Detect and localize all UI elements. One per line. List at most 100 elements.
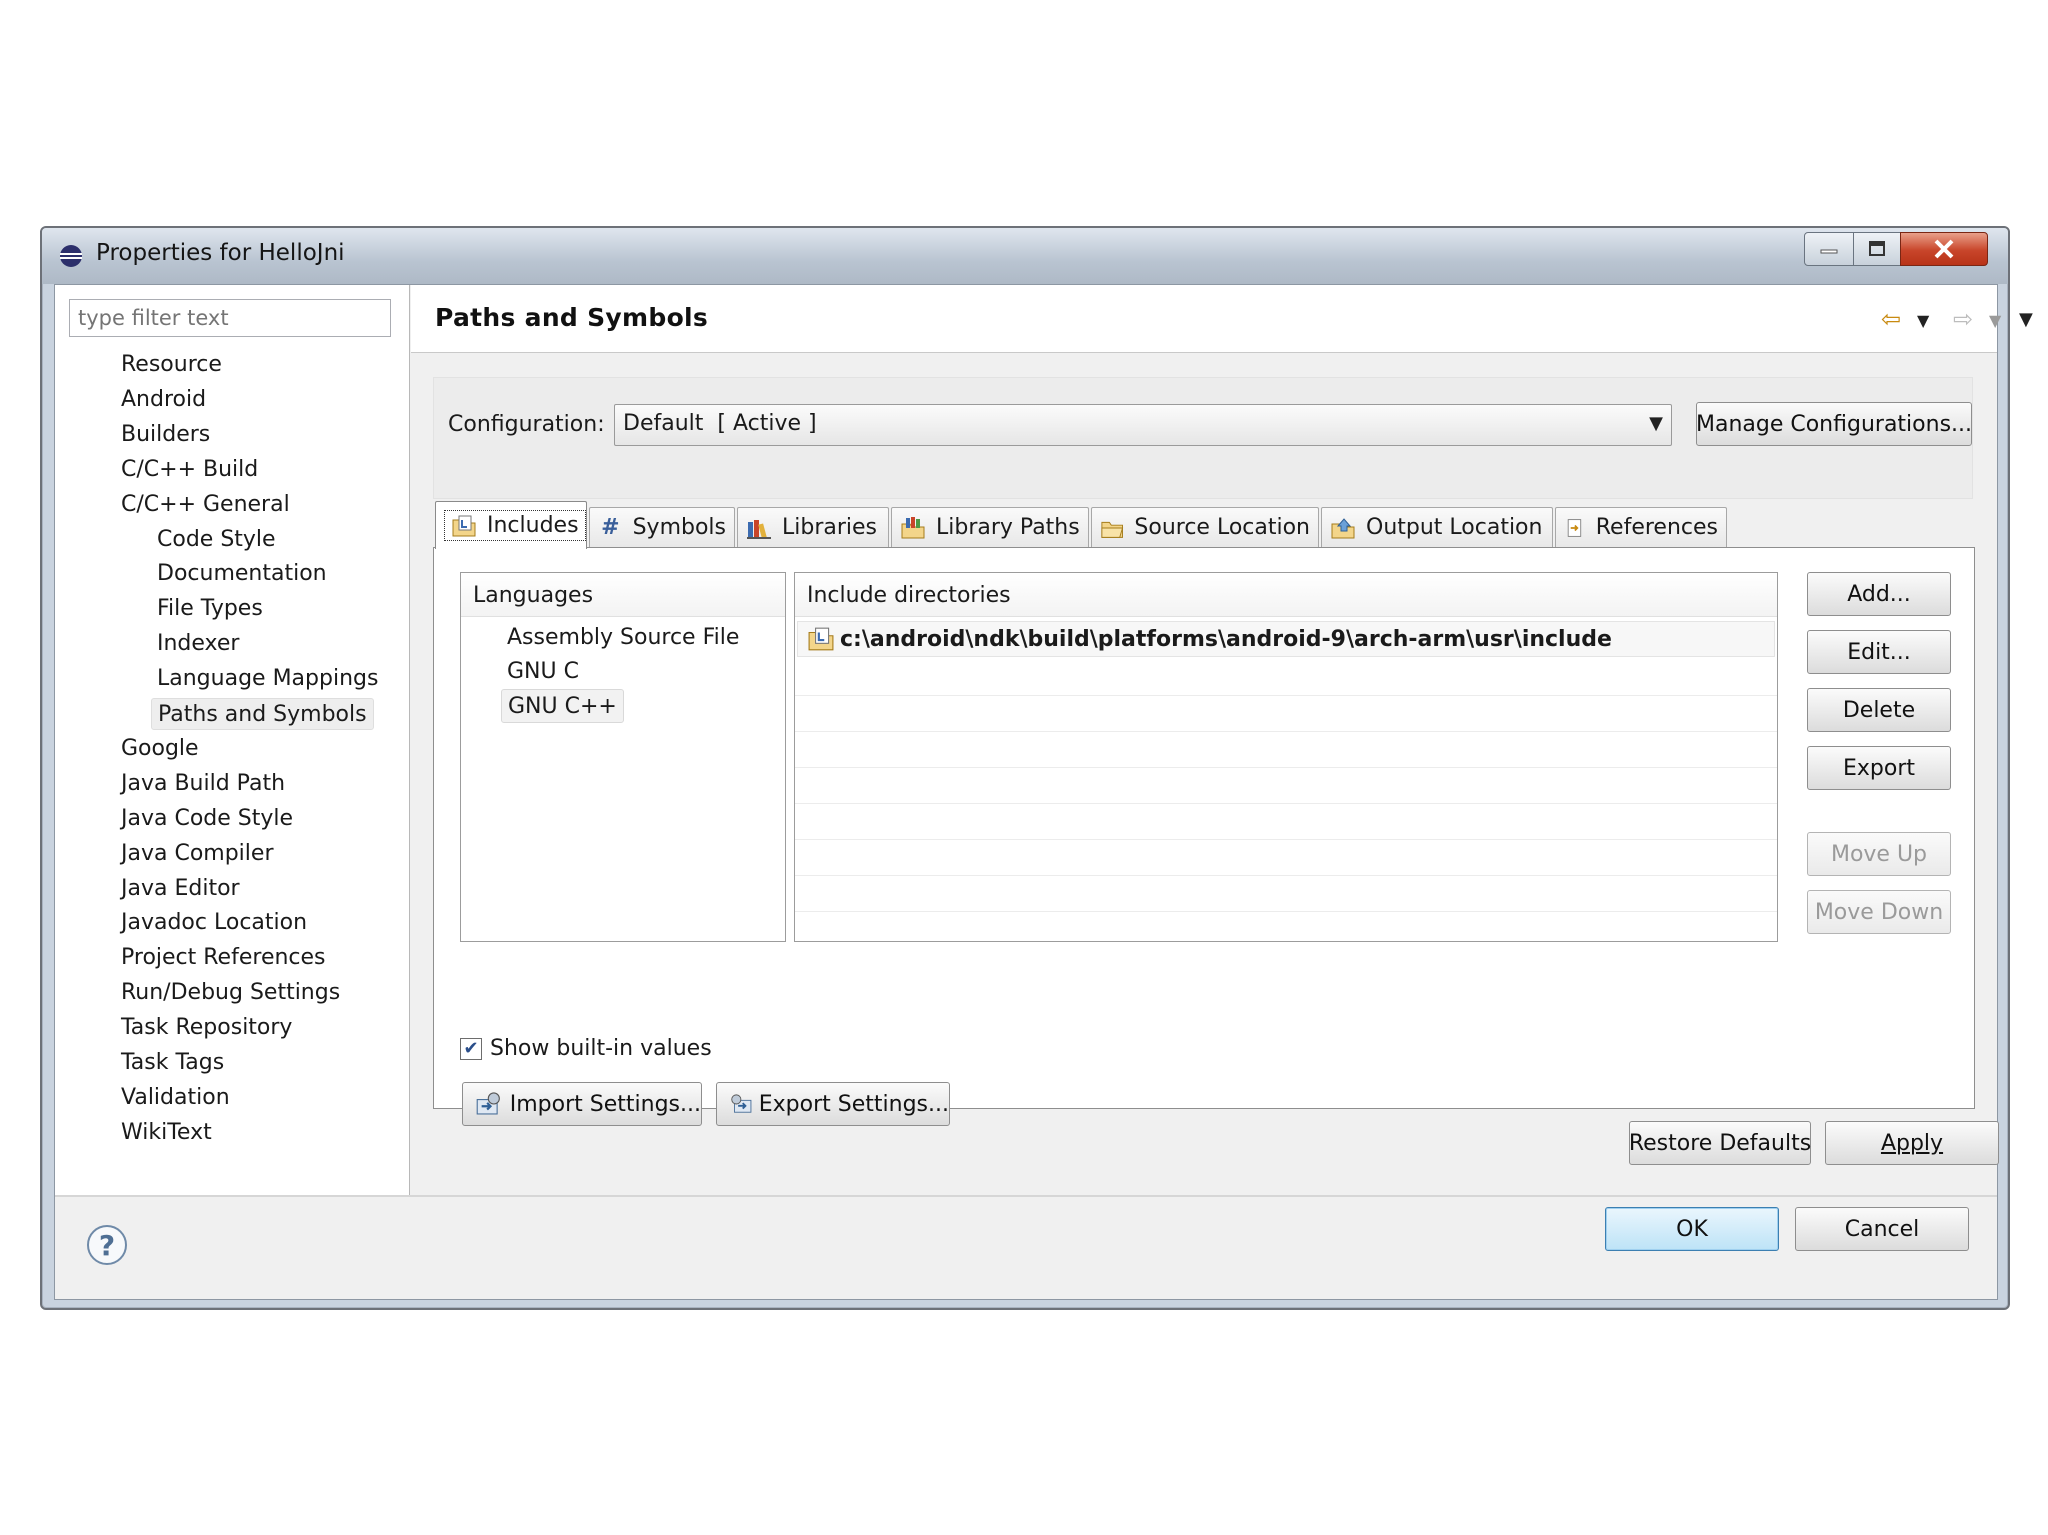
manage-configurations-button[interactable]: Manage Configurations...: [1696, 402, 1972, 446]
apply-button[interactable]: Apply: [1825, 1121, 1999, 1165]
forward-menu-chevron-icon: ▼: [1989, 311, 2002, 330]
forward-arrow-icon: ⇨: [1953, 305, 1974, 333]
back-menu-chevron-icon[interactable]: ▼: [1917, 311, 1929, 330]
tab-label: Libraries: [782, 515, 878, 540]
footer-separator: [55, 1195, 1997, 1197]
close-button[interactable]: [1900, 232, 1988, 266]
tab-source-location[interactable]: Source Location: [1091, 507, 1319, 547]
tree-item-documentation[interactable]: Documentation: [151, 558, 333, 590]
help-icon[interactable]: ?: [87, 1225, 127, 1265]
tree-item-builders[interactable]: Builders: [115, 419, 216, 451]
tree-item-run-debug-settings[interactable]: Run/Debug Settings: [115, 977, 346, 1009]
tab-label: Includes: [487, 513, 579, 538]
tab-label: Library Paths: [936, 515, 1080, 540]
filter-input[interactable]: [69, 299, 391, 337]
import-settings-button[interactable]: Import Settings...: [462, 1082, 702, 1126]
tree-item-java-editor[interactable]: Java Editor: [115, 873, 246, 905]
tab-libraries[interactable]: Libraries: [737, 507, 889, 547]
show-builtin-label: Show built-in values: [490, 1036, 712, 1061]
includes-icon: [452, 515, 476, 536]
include-directories-table[interactable]: Include directories c:\android\ndk\build…: [794, 572, 1778, 942]
tree-item-task-tags[interactable]: Task Tags: [115, 1047, 230, 1079]
restore-defaults-button[interactable]: Restore Defaults: [1629, 1121, 1811, 1165]
tree-item-indexer[interactable]: Indexer: [151, 628, 245, 660]
move-up-button[interactable]: Move Up: [1807, 832, 1951, 876]
tree-item-validation[interactable]: Validation: [115, 1082, 236, 1114]
dialog-client-area: ResourceAndroidBuildersC/C++ BuildC/C++ …: [54, 284, 2033, 1300]
tab-library-paths[interactable]: Library Paths: [891, 507, 1089, 547]
table-row[interactable]: c:\android\ndk\build\platforms\android-9…: [797, 621, 1775, 657]
export-button[interactable]: Export: [1807, 746, 1951, 790]
list-item-assembly[interactable]: Assembly Source File: [501, 621, 745, 655]
minimize-icon: [1820, 249, 1838, 254]
includes-tab-panel: Languages Assembly Source File GNU C GNU…: [433, 547, 1975, 1126]
include-directories-header: Include directories: [795, 573, 1777, 617]
chevron-down-icon: ▼: [1649, 413, 1663, 434]
tree-item-language-mappings[interactable]: Language Mappings: [151, 663, 384, 695]
properties-page: Paths and Symbols ⇦ ▼ ⇨ ▼ ▼ Configuratio…: [411, 285, 2033, 1195]
list-item-gnu-cpp[interactable]: GNU C++: [501, 689, 624, 723]
tree-item-wikitext[interactable]: WikiText: [115, 1117, 218, 1149]
show-builtin-checkbox[interactable]: ✔ Show built-in values: [460, 1036, 712, 1061]
tree-item-c-c-build[interactable]: C/C++ Build: [115, 454, 264, 486]
tree-item-project-references[interactable]: Project References: [115, 942, 332, 974]
move-down-button[interactable]: Move Down: [1807, 890, 1951, 934]
references-icon: [1567, 518, 1582, 537]
back-arrow-icon[interactable]: ⇦: [1881, 305, 1901, 333]
delete-button[interactable]: Delete: [1807, 688, 1951, 732]
edit-button[interactable]: Edit...: [1807, 630, 1951, 674]
include-path: c:\android\ndk\build\platforms\android-9…: [840, 626, 1612, 652]
tab-symbols[interactable]: # Symbols: [589, 507, 735, 547]
books-icon: [747, 519, 771, 539]
tab-includes[interactable]: Includes: [435, 501, 587, 549]
tree-item-code-style[interactable]: Code Style: [151, 524, 282, 556]
preferences-tree-panel: ResourceAndroidBuildersC/C++ BuildC/C++ …: [55, 285, 410, 1195]
restore-defaults-label: Restore Defaults: [1628, 1130, 1812, 1156]
ok-button[interactable]: OK: [1605, 1207, 1779, 1251]
add-button[interactable]: Add...: [1807, 572, 1951, 616]
include-folder-icon: [808, 627, 834, 651]
view-menu-chevron-icon[interactable]: ▼: [2019, 309, 2033, 330]
tab-label: Output Location: [1366, 515, 1543, 540]
properties-window: Properties for HelloJni ResourceAndroidB…: [40, 226, 2033, 1310]
languages-list[interactable]: Languages Assembly Source File GNU C GNU…: [460, 572, 786, 942]
close-icon: [1934, 239, 1954, 259]
tree-item-paths-and-symbols[interactable]: Paths and Symbols: [151, 698, 374, 730]
configuration-area: Configuration: Default [ Active ] ▼ Mana…: [433, 377, 1973, 499]
library-paths-icon: [901, 516, 925, 538]
export-settings-button[interactable]: Export Settings...: [716, 1082, 950, 1126]
tree-item-javadoc-location[interactable]: Javadoc Location: [115, 907, 313, 939]
tab-output-location[interactable]: Output Location: [1321, 507, 1553, 547]
export-settings-icon: [731, 1094, 752, 1113]
tree-item-java-build-path[interactable]: Java Build Path: [115, 768, 291, 800]
tree-item-java-compiler[interactable]: Java Compiler: [115, 838, 280, 870]
tree-item-google[interactable]: Google: [115, 733, 205, 765]
tab-references[interactable]: References: [1555, 507, 1727, 547]
list-item-gnu-c[interactable]: GNU C: [501, 655, 585, 689]
tree-item-c-c-general[interactable]: C/C++ General: [115, 489, 296, 521]
tree-item-task-repository[interactable]: Task Repository: [115, 1012, 298, 1044]
checkbox-checked-icon: ✔: [460, 1037, 482, 1060]
output-folder-icon: [1331, 517, 1355, 538]
import-settings-label: Import Settings...: [509, 1091, 701, 1117]
hash-icon: #: [601, 514, 620, 540]
tree-item-resource[interactable]: Resource: [115, 349, 228, 381]
page-title: Paths and Symbols: [435, 303, 709, 332]
cancel-button[interactable]: Cancel: [1795, 1207, 1969, 1251]
tab-label: References: [1595, 515, 1718, 540]
configuration-select[interactable]: Default [ Active ] ▼: [614, 404, 1672, 446]
folder-icon: [1101, 521, 1124, 538]
maximize-button[interactable]: [1853, 232, 1901, 266]
tab-label: Source Location: [1134, 515, 1310, 540]
configuration-label: Configuration:: [448, 412, 605, 437]
title-bar[interactable]: Properties for HelloJni: [42, 228, 2008, 284]
tree-item-file-types[interactable]: File Types: [151, 593, 269, 625]
page-header: Paths and Symbols ⇦ ▼ ⇨ ▼ ▼: [411, 285, 2033, 353]
languages-header: Languages: [461, 573, 785, 617]
tab-label: Symbols: [632, 515, 726, 540]
import-settings-icon: [476, 1092, 500, 1115]
minimize-button[interactable]: [1804, 232, 1854, 266]
tree-item-java-code-style[interactable]: Java Code Style: [115, 803, 299, 835]
configuration-value: Default [ Active ]: [623, 411, 817, 436]
tree-item-android[interactable]: Android: [115, 384, 212, 416]
